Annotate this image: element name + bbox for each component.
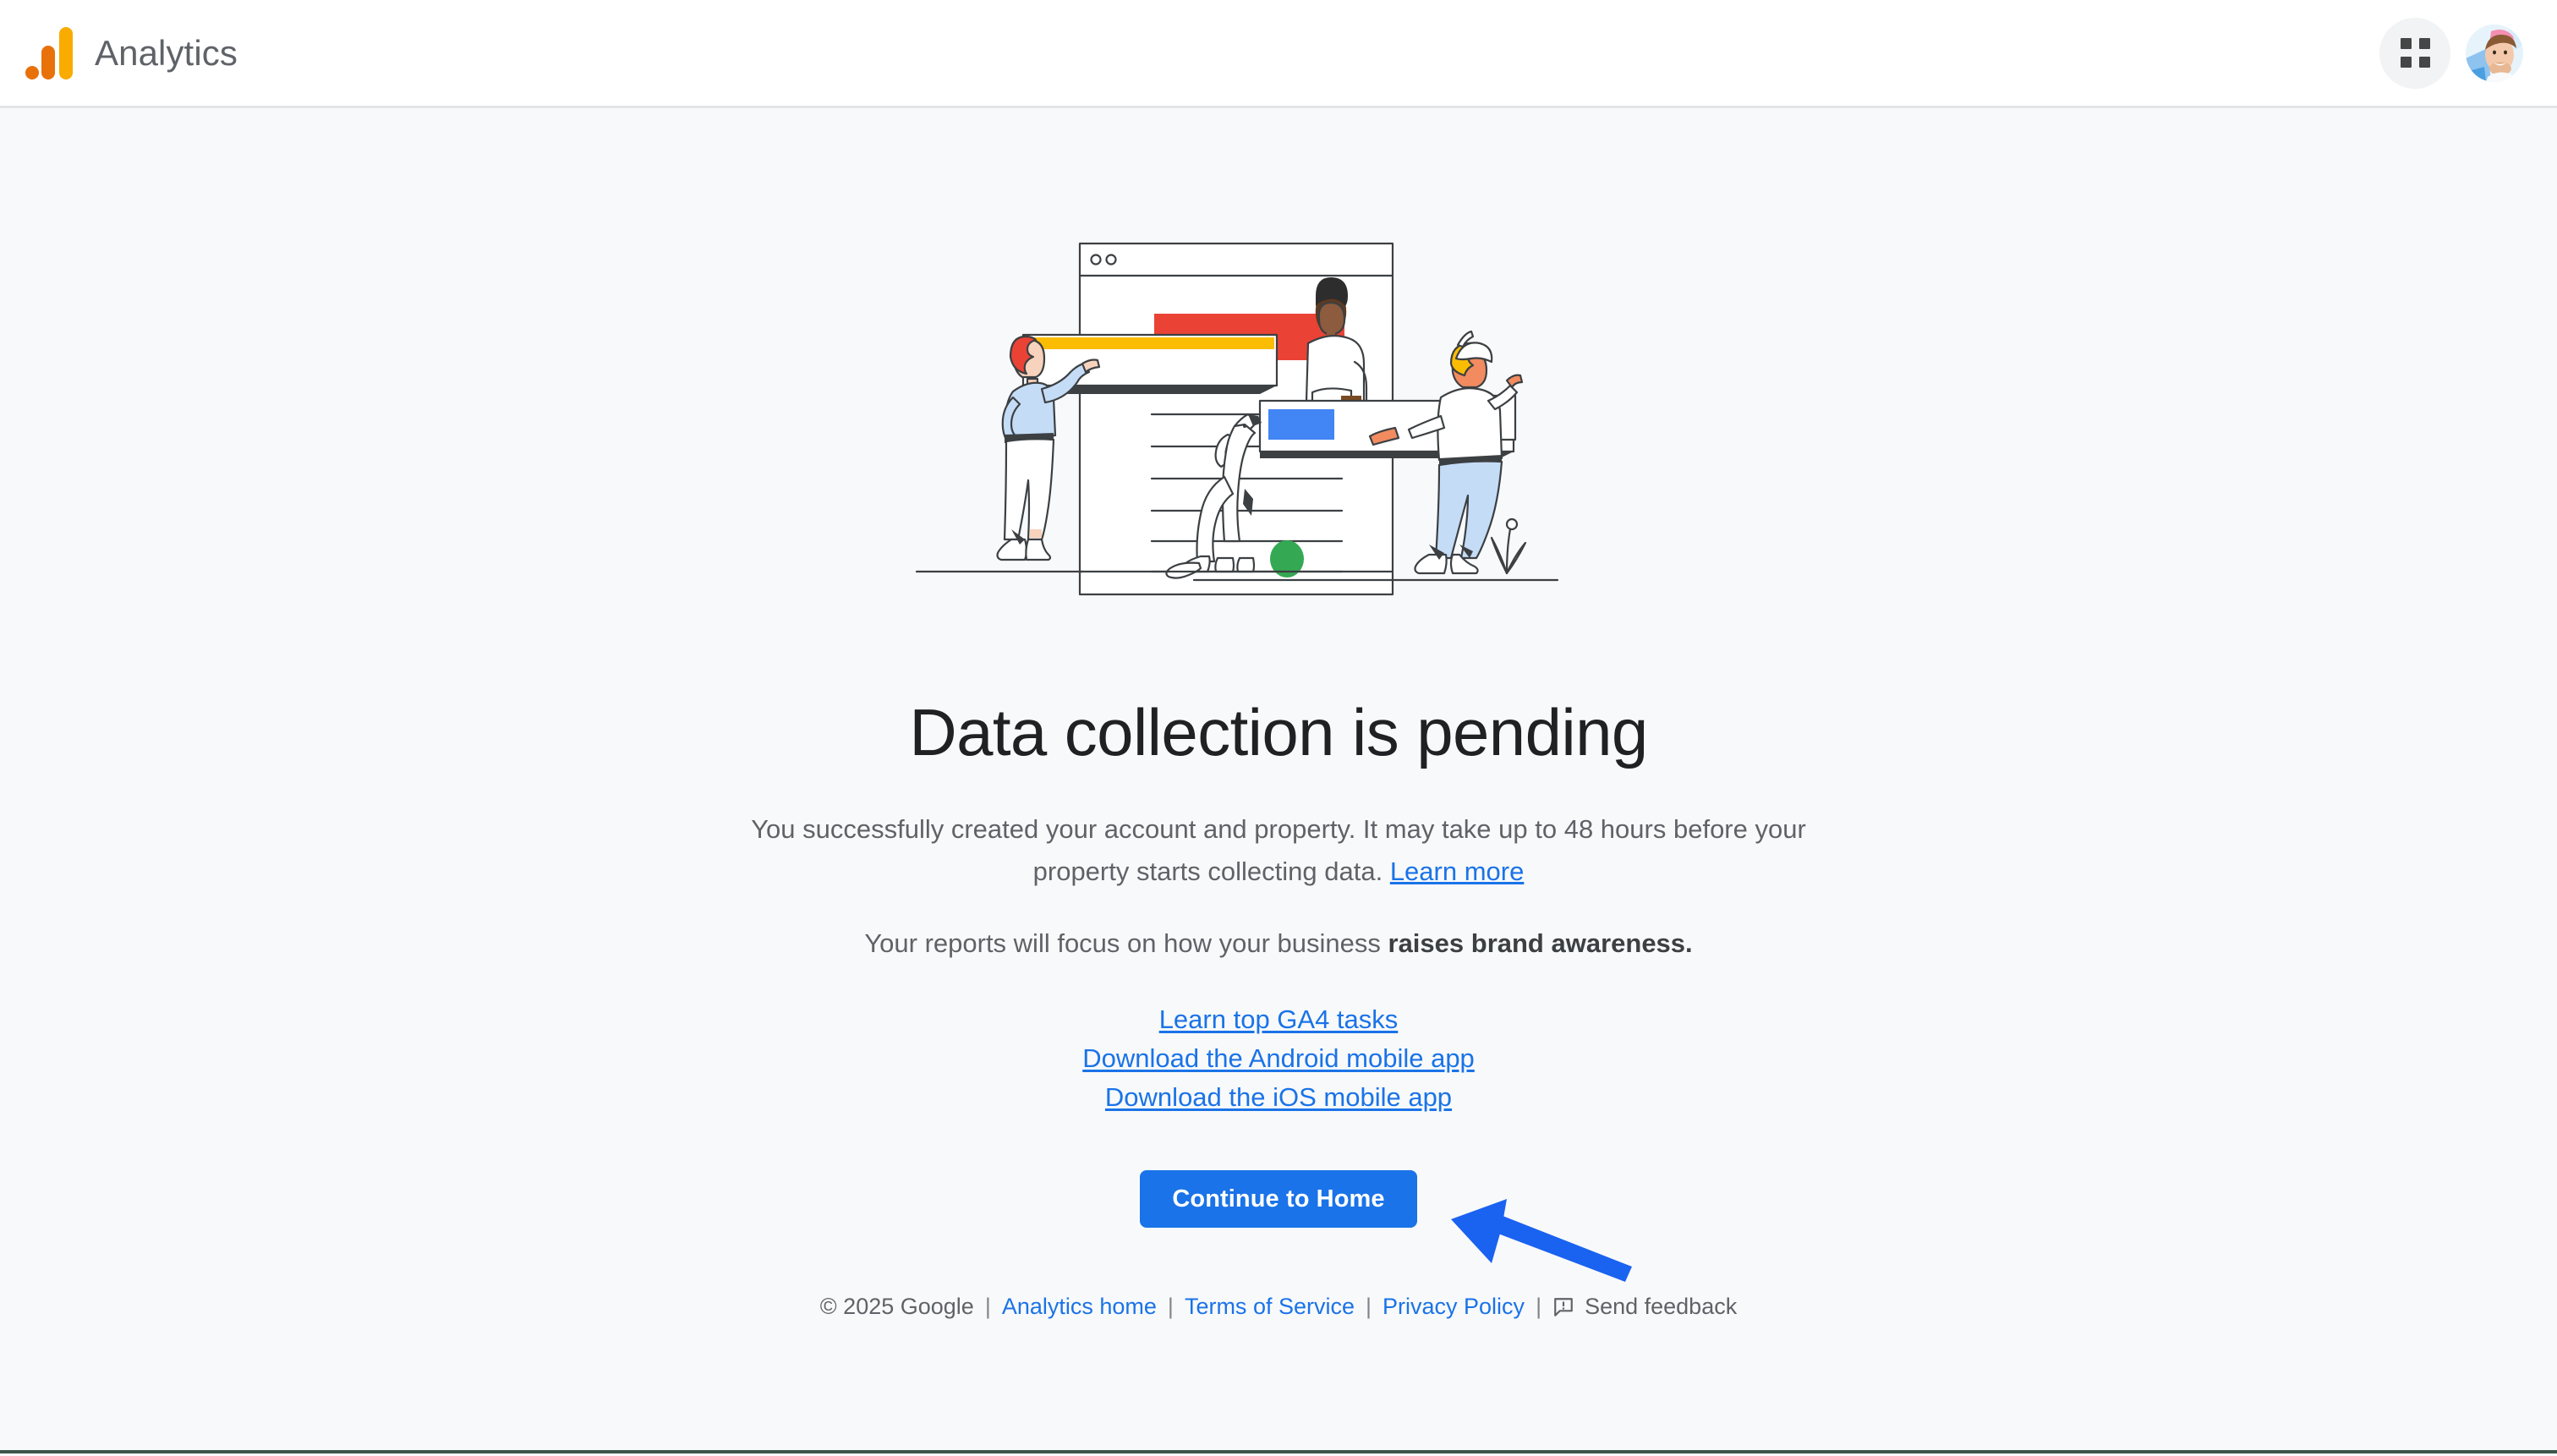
header-right <box>2379 17 2523 89</box>
footer: © 2025 Google | Analytics home | Terms o… <box>820 1294 1737 1320</box>
footer-separator-1: | <box>984 1294 991 1320</box>
app-header: Analytics <box>0 0 2557 108</box>
resource-links: Learn top GA4 tasks Download the Android… <box>1082 1004 1475 1113</box>
privacy-policy-link[interactable]: Privacy Policy <box>1383 1294 1525 1320</box>
report-focus-bold: raises brand awareness. <box>1388 928 1693 959</box>
report-focus-line: Your reports will focus on how your busi… <box>864 928 1692 959</box>
data-collection-pending-illustration <box>915 235 1642 675</box>
brand[interactable]: Analytics <box>25 0 238 106</box>
terms-of-service-link[interactable]: Terms of Service <box>1185 1294 1355 1320</box>
continue-to-home-button[interactable]: Continue to Home <box>1140 1170 1417 1229</box>
google-analytics-logo-icon <box>25 26 73 79</box>
copyright: © 2025 Google <box>819 1294 974 1320</box>
description-text: You successfully created your account an… <box>751 813 1806 887</box>
main-content: Data collection is pending You successfu… <box>0 108 2557 1453</box>
brand-title: Analytics <box>95 32 238 73</box>
avatar[interactable] <box>2466 24 2523 82</box>
analytics-home-link[interactable]: Analytics home <box>1002 1294 1157 1320</box>
google-apps-grid-icon[interactable] <box>2379 17 2450 89</box>
page-title: Data collection is pending <box>909 695 1648 769</box>
report-focus-prefix: Your reports will focus on how your busi… <box>864 928 1388 959</box>
download-android-app-link[interactable]: Download the Android mobile app <box>1082 1043 1475 1074</box>
send-feedback-label: Send feedback <box>1585 1294 1738 1320</box>
footer-separator-2: | <box>1167 1294 1174 1320</box>
pointer-arrow-annotation <box>1414 1165 1667 1292</box>
learn-more-link[interactable]: Learn more <box>1390 857 1525 886</box>
apps-grid-glyph <box>2400 38 2430 68</box>
learn-top-ga4-tasks-link[interactable]: Learn top GA4 tasks <box>1159 1004 1399 1035</box>
footer-separator-3: | <box>1366 1294 1372 1320</box>
feedback-bubble-icon <box>1552 1296 1574 1318</box>
window-bottom-edge <box>0 1450 2557 1453</box>
download-ios-app-link[interactable]: Download the iOS mobile app <box>1105 1082 1452 1113</box>
footer-separator-4: | <box>1536 1294 1542 1320</box>
description: You successfully created your account an… <box>704 808 1853 893</box>
cta-row: Continue to Home <box>0 1170 2557 1283</box>
send-feedback-button[interactable]: Send feedback <box>1552 1294 1737 1320</box>
